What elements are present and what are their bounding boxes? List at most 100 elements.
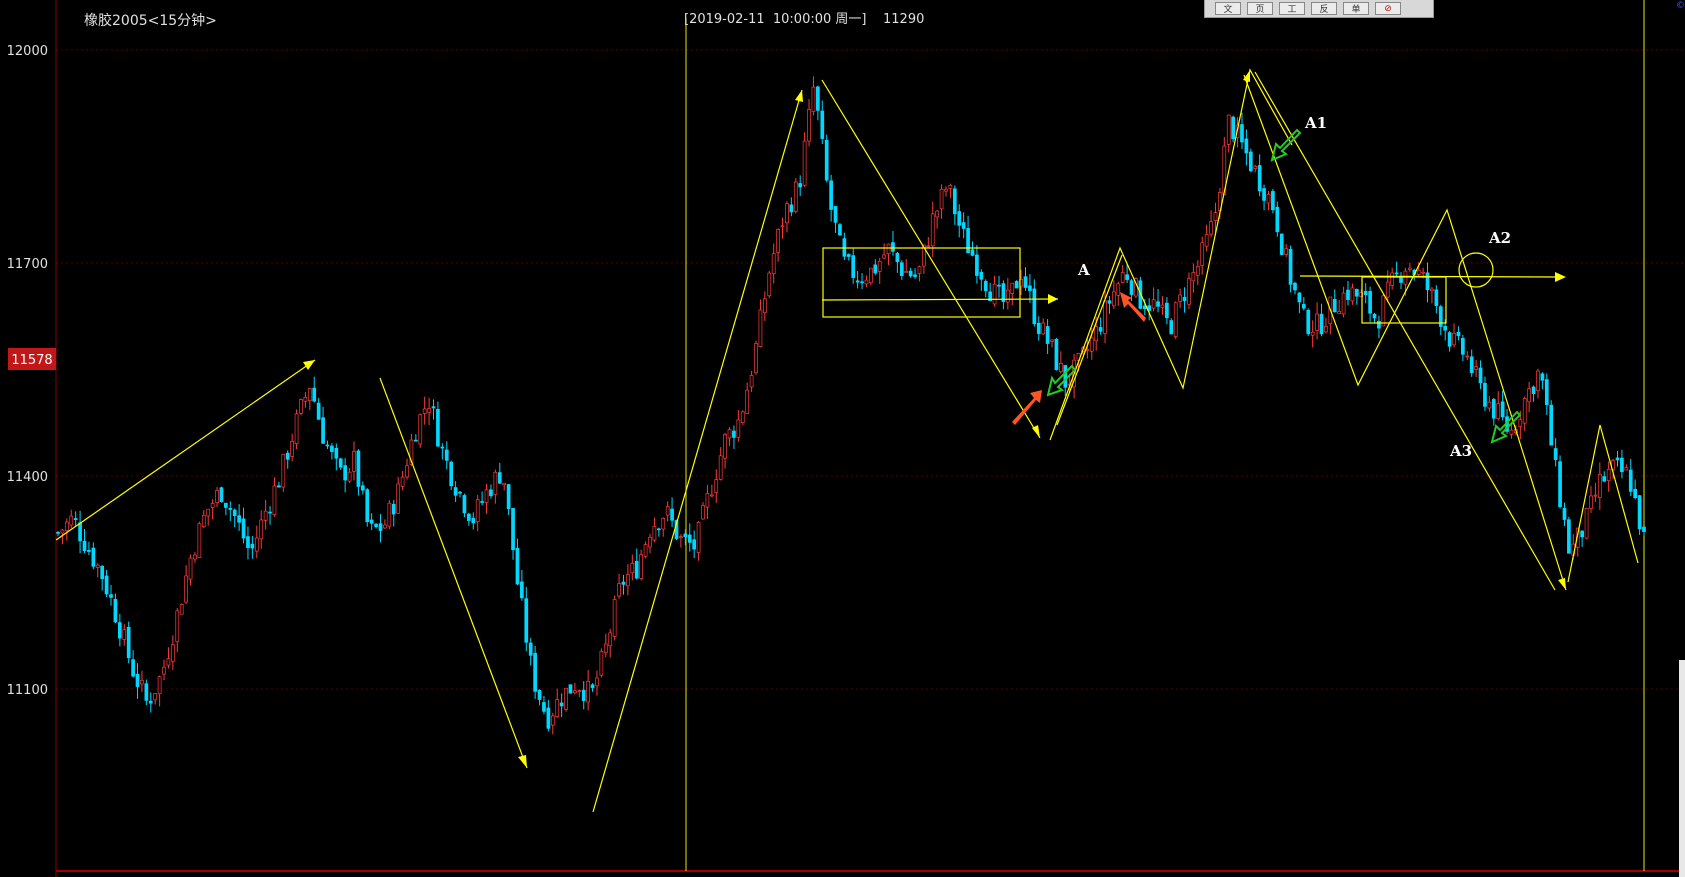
candle-body	[1425, 272, 1430, 291]
candle-body	[321, 417, 325, 444]
toolbar-button-page[interactable]: 页	[1247, 2, 1273, 15]
toolbar-button-single[interactable]: 单	[1343, 2, 1369, 15]
candle-body	[1041, 322, 1046, 335]
candle-body	[1182, 296, 1187, 302]
candle-body	[1284, 248, 1289, 255]
drawing-toolbar: 文 页 工 反 单 ⊘	[1204, 0, 1434, 18]
candle-body	[299, 399, 303, 414]
candle-body	[1315, 313, 1319, 331]
candle-body	[966, 228, 970, 254]
candle-body	[511, 508, 515, 551]
candle-body	[193, 554, 197, 560]
candle-body	[599, 650, 604, 676]
toolbar-button-text[interactable]: 文	[1215, 2, 1241, 15]
candle-body	[162, 666, 166, 675]
candle-body	[201, 514, 206, 528]
arrowhead-1	[303, 360, 315, 370]
y-tick-label: 11400	[7, 470, 48, 485]
candle-body	[785, 203, 789, 224]
candle-body	[1301, 304, 1306, 309]
candle-body	[581, 689, 586, 701]
candle-body	[930, 213, 935, 247]
candle-body	[617, 583, 621, 597]
candle-body	[564, 687, 568, 710]
candle-body	[1456, 331, 1461, 337]
candle-body	[228, 507, 233, 510]
candle-body	[595, 677, 599, 687]
candle-body	[780, 225, 785, 228]
candle-body	[1465, 355, 1470, 358]
candle-body	[961, 222, 966, 229]
candle-body	[374, 523, 378, 528]
candle-body	[126, 627, 131, 659]
candle-body	[312, 387, 317, 402]
candle-body	[1204, 234, 1209, 247]
candle-body	[696, 522, 701, 553]
red-arrow-1	[1012, 390, 1042, 425]
price-badge: 11578	[11, 353, 52, 368]
candle-body	[1536, 370, 1540, 391]
candle-body	[131, 659, 135, 677]
candle-body	[219, 487, 224, 503]
candle-body	[1028, 285, 1032, 291]
candle-body	[793, 181, 798, 212]
candle-body	[206, 508, 211, 517]
candle-body	[1129, 280, 1134, 295]
candle-body	[493, 471, 498, 495]
candle-body	[1416, 269, 1421, 275]
candle-body	[683, 533, 688, 538]
candle-body	[387, 502, 392, 527]
candle-body	[882, 254, 886, 259]
candle-body	[1421, 271, 1425, 274]
candle-body	[559, 702, 564, 707]
toolbar-button-tool[interactable]: 工	[1279, 2, 1305, 15]
candle-body	[1187, 278, 1191, 305]
candle-body	[1098, 327, 1103, 332]
candle-body	[1562, 507, 1567, 520]
candle-body	[869, 267, 873, 284]
candle-body	[515, 548, 520, 585]
arrowhead-7	[1555, 272, 1566, 282]
candle-body	[1544, 379, 1549, 406]
candle-body	[1500, 401, 1505, 418]
candle-body	[1209, 221, 1213, 235]
candle-body	[612, 599, 617, 637]
candle-body	[1332, 299, 1337, 313]
candle-body	[975, 254, 979, 276]
candle-body	[210, 503, 215, 508]
label-a3: A3	[1449, 442, 1472, 460]
candle-body	[1050, 339, 1054, 342]
candle-body	[224, 502, 228, 508]
candle-body	[184, 575, 188, 603]
candle-body	[758, 309, 763, 347]
candle-body	[824, 139, 829, 181]
candle-body	[891, 242, 895, 252]
candle-body	[281, 453, 286, 488]
candle-body	[1116, 283, 1121, 296]
candle-body	[1010, 282, 1015, 294]
candle-body	[771, 253, 776, 275]
candle-body	[307, 388, 312, 401]
candle-body	[670, 508, 674, 521]
candle-body	[736, 419, 741, 438]
candle-body	[294, 413, 299, 445]
candle-body	[122, 629, 127, 640]
candle-body	[705, 493, 710, 508]
candle-body	[475, 499, 480, 523]
candle-body	[113, 598, 118, 623]
candle-body	[520, 581, 524, 599]
toolbar-button-reverse[interactable]: 反	[1311, 2, 1337, 15]
candle-body	[1553, 448, 1558, 460]
zigzag-a	[1049, 68, 1293, 441]
candle-body	[1014, 281, 1019, 289]
candle-body	[1602, 476, 1607, 482]
candle-body	[1580, 530, 1585, 538]
candle-body	[1266, 193, 1271, 204]
candle-body	[369, 519, 374, 524]
candle-body	[1558, 461, 1562, 508]
candle-body	[290, 441, 294, 457]
candle-body	[1474, 366, 1478, 370]
arrowhead-2	[518, 755, 527, 768]
toolbar-button-delete[interactable]: ⊘	[1375, 2, 1401, 15]
a2-circle	[1458, 252, 1494, 288]
